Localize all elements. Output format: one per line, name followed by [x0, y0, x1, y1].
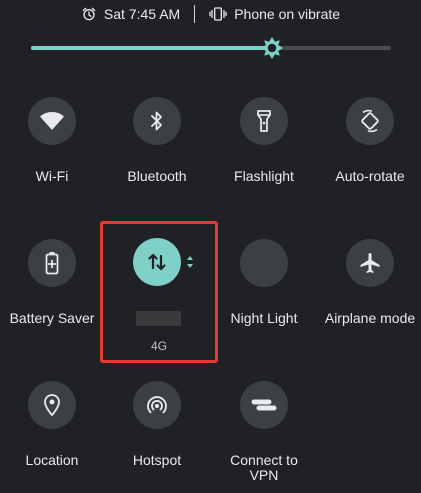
tile-night-light[interactable]: Night Light	[212, 239, 316, 326]
tile-battery-saver-label: Battery Saver	[9, 310, 95, 326]
tile-night-light-button[interactable]	[240, 239, 288, 287]
tile-bluetooth[interactable]: Bluetooth	[105, 97, 209, 184]
night-light-icon	[258, 254, 267, 272]
airplane-icon	[360, 253, 380, 273]
highlight-box	[100, 221, 218, 363]
tile-connect-vpn[interactable]: Connect to VPN	[212, 381, 316, 483]
tile-flashlight-button[interactable]	[240, 97, 288, 145]
tile-wifi-label: Wi-Fi	[35, 168, 69, 184]
tile-night-light-label: Night Light	[230, 310, 298, 326]
tile-bluetooth-label: Bluetooth	[127, 168, 187, 184]
tile-hotspot-label: Hotspot	[132, 452, 182, 468]
tile-location-button[interactable]	[28, 381, 76, 429]
tile-wifi[interactable]: Wi-Fi	[0, 97, 104, 184]
tile-flashlight-label: Flashlight	[234, 168, 294, 184]
auto-rotate-icon	[361, 109, 379, 133]
tile-auto-rotate-label: Auto-rotate	[335, 168, 405, 184]
tile-location-label: Location	[25, 452, 79, 468]
tile-airplane-mode-button[interactable]	[346, 239, 394, 287]
tile-battery-saver-button[interactable]	[28, 239, 76, 287]
tile-bluetooth-button[interactable]	[133, 97, 181, 145]
tile-connect-vpn-label: Connect to VPN	[230, 452, 298, 483]
tile-location[interactable]: Location	[0, 381, 104, 468]
tile-flashlight[interactable]: Flashlight	[212, 97, 316, 184]
wifi-icon	[40, 112, 64, 130]
tile-auto-rotate-button[interactable]	[346, 97, 394, 145]
tile-airplane-mode[interactable]: Airplane mode	[318, 239, 421, 326]
vpn-icon	[251, 399, 277, 411]
flashlight-icon	[257, 110, 271, 132]
tile-wifi-button[interactable]	[28, 97, 76, 145]
battery-saver-icon	[45, 252, 59, 275]
tile-battery-saver[interactable]: Battery Saver	[0, 239, 104, 326]
tile-airplane-mode-label: Airplane mode	[324, 310, 416, 326]
tile-hotspot-button[interactable]	[133, 381, 181, 429]
tile-auto-rotate[interactable]: Auto-rotate	[318, 97, 421, 184]
hotspot-icon	[147, 396, 167, 414]
bluetooth-icon	[151, 111, 162, 131]
tile-hotspot[interactable]: Hotspot	[105, 381, 209, 468]
tile-connect-vpn-button[interactable]	[240, 381, 288, 429]
location-icon	[44, 394, 60, 417]
